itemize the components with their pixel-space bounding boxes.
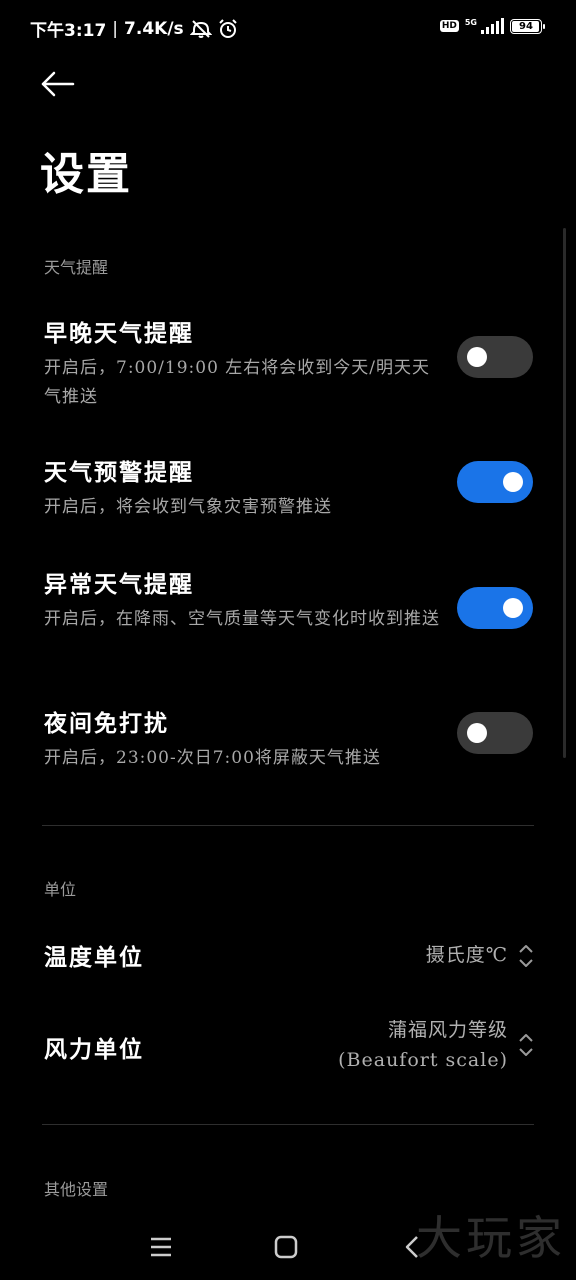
page-title: 设置 — [40, 149, 132, 200]
status-time: 下午3:17 — [30, 21, 107, 41]
network-type: 5G — [464, 18, 477, 27]
setting-description: 开启后，23:00-次日7:00将屏蔽天气推送 — [44, 748, 381, 768]
toggle-knob — [467, 723, 487, 743]
setting-description: 开启后，将会收到气象灾害预警推送 — [44, 497, 332, 517]
scrollbar[interactable] — [563, 228, 566, 758]
battery-level: 94 — [519, 20, 533, 32]
wind-unit-value: 蒲福风力等级 (Beaufort scale) — [338, 1015, 508, 1075]
toggle-knob — [503, 598, 523, 618]
section-label-other: 其他设置 — [44, 1180, 109, 1199]
section-divider — [42, 1124, 534, 1125]
nav-menu-button[interactable] — [141, 1230, 181, 1264]
toggle-knob — [467, 347, 487, 367]
status-separator: | — [112, 18, 119, 39]
hd-badge: HD — [439, 20, 459, 32]
setting-title: 温度单位 — [44, 944, 144, 971]
setting-row-temperature-unit[interactable]: 温度单位 摄氏度℃ — [44, 930, 534, 982]
toggle-morning-evening-reminder[interactable] — [457, 336, 533, 378]
mute-icon — [189, 19, 212, 39]
nav-home-button[interactable] — [266, 1230, 306, 1264]
setting-title: 风力单位 — [44, 1036, 144, 1063]
watermark-logo: 大玩家 — [416, 1211, 566, 1265]
status-left: 下午3:17 | 7.4K/s — [30, 16, 238, 41]
navigation-bar: 大玩家 — [0, 1211, 576, 1280]
menu-icon — [151, 1237, 171, 1257]
network-speed: 7.4K/s — [124, 18, 184, 39]
status-right: HD 5G 94 — [439, 18, 545, 34]
section-label-units: 单位 — [44, 880, 77, 899]
section-label-weather-reminder: 天气提醒 — [44, 258, 109, 277]
alarm-icon — [218, 18, 238, 39]
wind-unit-value-line2: (Beaufort scale) — [338, 1049, 508, 1071]
section-divider — [42, 825, 534, 826]
back-arrow-icon — [41, 71, 75, 97]
temperature-unit-value: 摄氏度℃ — [425, 944, 508, 966]
setting-row-wind-unit[interactable]: 风力单位 蒲福风力等级 (Beaufort scale) — [44, 1010, 534, 1082]
toggle-night-dnd[interactable] — [457, 712, 533, 754]
toggle-knob — [503, 472, 523, 492]
status-bar: 下午3:17 | 7.4K/s HD 5G 94 — [0, 0, 576, 56]
toggle-abnormal-weather[interactable] — [457, 587, 533, 629]
chevron-updown-icon — [519, 945, 533, 967]
back-button[interactable] — [40, 68, 80, 100]
setting-description: 开启后，在降雨、空气质量等天气变化时收到推送 — [44, 609, 440, 629]
toggle-weather-warning[interactable] — [457, 461, 533, 503]
battery-icon: 94 — [510, 18, 545, 34]
signal-icon: 5G — [465, 18, 504, 34]
home-square-icon — [274, 1235, 298, 1259]
chevron-updown-icon — [519, 1034, 533, 1056]
setting-description: 开启后，7:00/19:00 左右将会收到今天/明天天气推送 — [44, 358, 431, 407]
wind-unit-value-line1: 蒲福风力等级 — [387, 1019, 508, 1041]
